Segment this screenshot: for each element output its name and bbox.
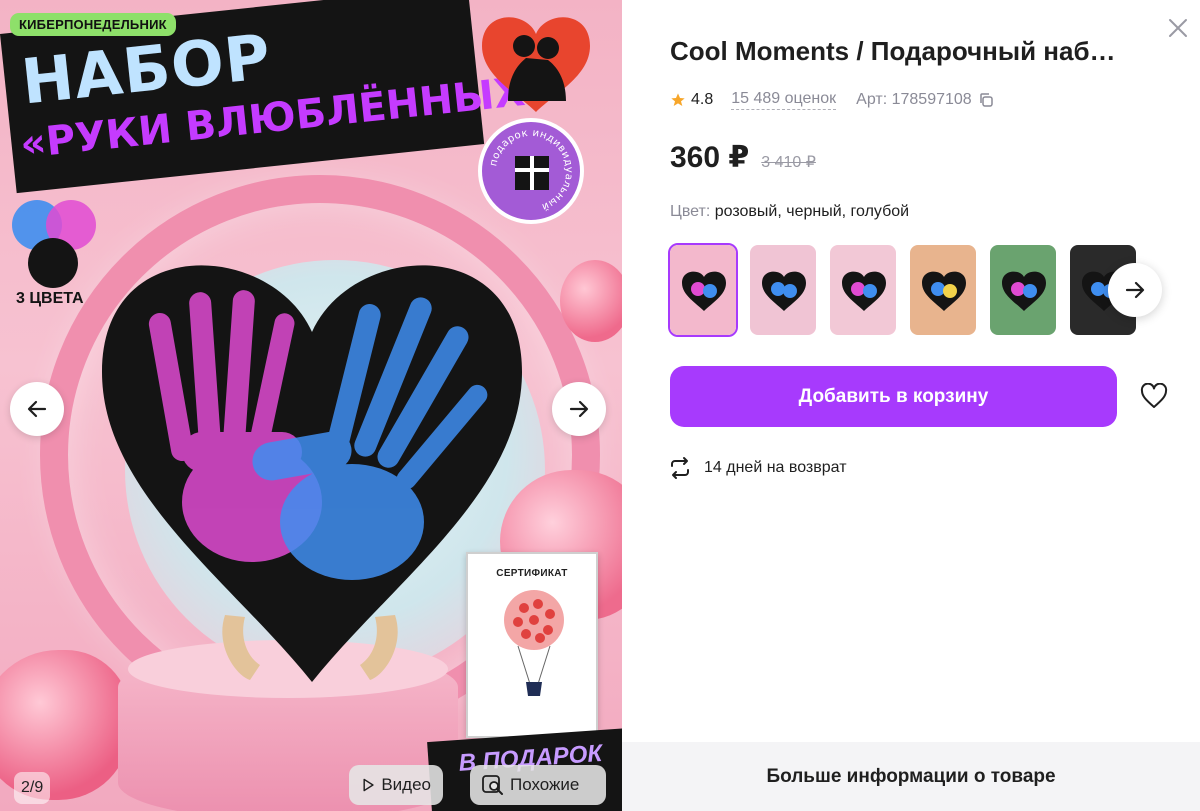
price-row: 360 ₽ 3 410 ₽	[670, 140, 816, 175]
reviews-link[interactable]: 15 489 оценок	[731, 90, 837, 110]
thumbnail-item[interactable]	[988, 243, 1058, 337]
return-policy-text: 14 дней на возврат	[704, 459, 847, 476]
promo-badge: КИБЕРПОНЕДЕЛЬНИК	[10, 13, 176, 36]
thumbnail-item[interactable]	[668, 243, 738, 337]
close-button[interactable]	[1162, 12, 1194, 44]
image-search-icon	[482, 775, 503, 795]
thumbnail-item[interactable]	[748, 243, 818, 337]
thumbnail-strip	[668, 243, 1138, 337]
gallery-prev-button[interactable]	[10, 382, 64, 436]
heart-outline-icon	[1140, 383, 1168, 408]
video-button[interactable]: Видео	[349, 765, 443, 805]
wooden-stand	[222, 615, 398, 680]
thumbnail-heart-image	[762, 271, 806, 311]
article-number: Арт: 178597108	[856, 91, 972, 108]
play-icon	[363, 778, 374, 792]
product-title[interactable]: Cool Moments / Подарочный наб…	[670, 36, 1150, 67]
certificate-title: СЕРТИФИКАТ	[496, 568, 568, 579]
image-counter: 2/9	[14, 772, 51, 804]
gift-box-icon	[515, 156, 549, 190]
video-label: Видео	[381, 775, 431, 794]
similar-button[interactable]: Похожие	[470, 765, 606, 805]
balloon-decoration	[560, 260, 622, 342]
old-price: 3 410 ₽	[761, 154, 816, 171]
star-icon	[671, 93, 685, 106]
rating-value: 4.8	[691, 91, 714, 108]
arrow-left-icon	[27, 400, 47, 418]
product-meta: 4.8 15 489 оценок Арт: 178597108	[670, 88, 994, 112]
heart-balloon-sketch	[504, 590, 564, 696]
copy-article-button[interactable]	[978, 92, 994, 108]
thumbnail-item[interactable]	[828, 243, 898, 337]
return-policy: 14 дней на возврат	[668, 456, 847, 480]
thumbnail-heart-image	[922, 271, 966, 311]
couple-heart-icon	[482, 17, 590, 112]
add-to-cart-button[interactable]: Добавить в корзину	[670, 366, 1117, 427]
product-image-gallery[interactable]: НАБОР «РУКИ ВЛЮБЛЁННЫХ» КИБЕРПОНЕДЕЛЬНИК…	[0, 0, 622, 811]
color-label: Цвет:	[670, 203, 711, 220]
favorite-button[interactable]	[1136, 378, 1172, 414]
colors-label: 3 ЦВЕТА	[16, 290, 84, 307]
copy-icon	[979, 93, 993, 107]
thumbnail-heart-image	[842, 271, 886, 311]
thumbnail-heart-image	[1002, 271, 1046, 311]
similar-label: Похожие	[510, 775, 580, 794]
more-info-button[interactable]: Больше информации о товаре	[622, 742, 1200, 811]
color-value: розовый, черный, голубой	[714, 203, 910, 220]
return-arrows-icon	[671, 457, 689, 479]
color-info: Цвет: розовый, черный, голубой	[670, 203, 909, 221]
current-price: 360 ₽	[670, 141, 750, 174]
close-icon	[1169, 19, 1187, 37]
arrow-right-icon	[569, 400, 589, 418]
color-swatches-illustration	[12, 200, 102, 290]
thumbnails-next-button[interactable]	[1108, 263, 1162, 317]
gift-badge: подарок индивидуальный	[478, 118, 584, 224]
thumbnail-heart-image	[682, 271, 726, 311]
thumbnail-item[interactable]	[908, 243, 978, 337]
gallery-next-button[interactable]	[552, 382, 606, 436]
arrow-right-icon	[1125, 281, 1145, 299]
gift-certificate-card: СЕРТИФИКАТ	[466, 552, 598, 738]
